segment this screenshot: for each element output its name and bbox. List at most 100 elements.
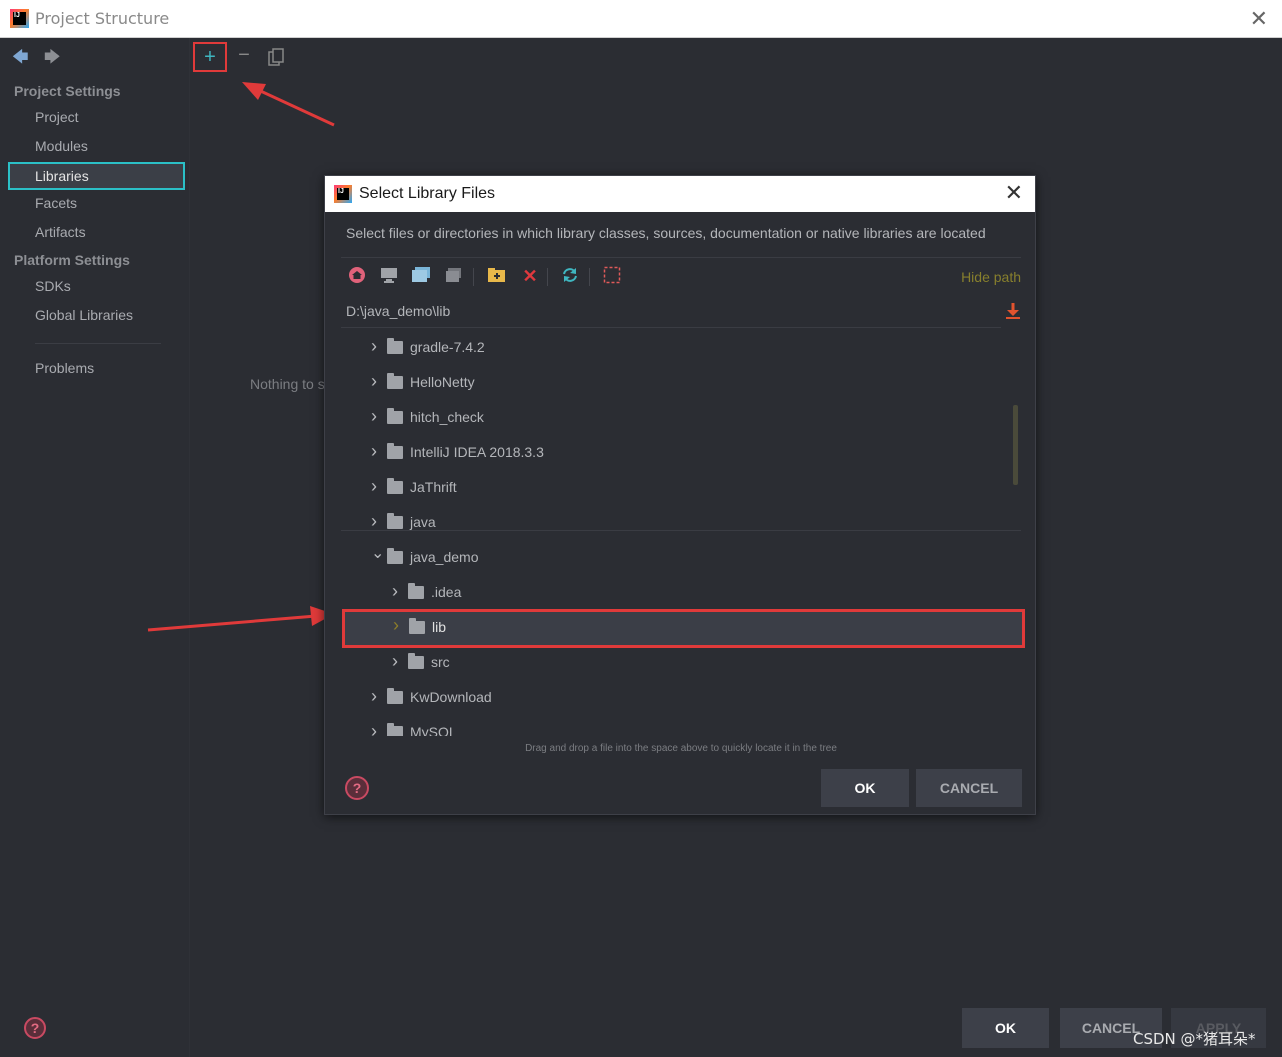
tree-row[interactable]: › JaThrift [341, 471, 1021, 506]
platform-settings-header: Platform Settings [14, 252, 130, 268]
annotation-arrow-top [242, 82, 335, 127]
toolbar-divider [547, 268, 548, 286]
tree-row[interactable]: › hitch_check [341, 401, 1021, 436]
desktop-icon[interactable] [379, 266, 399, 286]
help-icon[interactable]: ? [345, 776, 369, 800]
chevron-right-icon[interactable]: › [393, 615, 405, 635]
dialog-ok-button[interactable]: OK [821, 769, 909, 807]
remove-library-button[interactable]: − [227, 42, 261, 72]
file-tree[interactable]: › gradle-7.4.2 › HelloNetty › hitch_check › Int… [341, 331, 1025, 736]
refresh-icon[interactable] [560, 266, 580, 286]
folder-icon [387, 338, 403, 354]
download-icon[interactable] [1005, 302, 1021, 320]
module-folder-icon[interactable] [444, 266, 464, 286]
intellij-icon-text: IJ [13, 12, 26, 25]
chevron-right-icon[interactable]: › [371, 406, 383, 426]
chevron-right-icon[interactable]: › [371, 511, 383, 531]
tree-row[interactable]: › src [341, 646, 1021, 681]
close-icon[interactable]: ✕ [1250, 6, 1268, 32]
tree-row[interactable]: › gradle-7.4.2 [341, 331, 1021, 366]
chevron-down-icon[interactable]: ⌄ [371, 543, 384, 562]
back-arrow-icon[interactable]: 🡄 [12, 46, 29, 73]
folder-icon [387, 443, 403, 459]
project-settings-header: Project Settings [14, 83, 121, 99]
hide-path-link[interactable]: Hide path [961, 269, 1021, 285]
chevron-right-icon[interactable]: › [371, 336, 383, 356]
window-titlebar: IJ Project Structure ✕ [0, 0, 1282, 38]
sidebar [0, 38, 190, 1057]
tree-row-label: JaThrift [410, 479, 457, 495]
tree-row[interactable]: › lib [342, 609, 1025, 648]
dialog-title: Select Library Files [359, 185, 496, 202]
toolbar-divider [589, 268, 590, 286]
chevron-right-icon[interactable]: › [371, 476, 383, 496]
sidebar-item-problems[interactable]: Problems [35, 360, 94, 376]
dialog-description: Select files or directories in which lib… [346, 225, 986, 241]
drag-drop-hint: Drag and drop a file into the space abov… [525, 743, 837, 754]
intellij-icon-text: IJ [337, 188, 349, 200]
sidebar-item-artifacts[interactable]: Artifacts [35, 224, 86, 240]
tree-row-label: HelloNetty [410, 374, 475, 390]
project-folder-icon[interactable] [411, 266, 431, 286]
dialog-cancel-button[interactable]: CANCEL [916, 769, 1022, 807]
intellij-icon: IJ [334, 185, 352, 203]
ok-button[interactable]: OK [962, 1008, 1049, 1048]
tree-row-label: java_demo [410, 549, 479, 565]
sidebar-item-libraries[interactable]: Libraries [8, 162, 185, 190]
chevron-right-icon[interactable]: › [371, 721, 383, 736]
window-title: Project Structure [35, 9, 170, 28]
help-icon[interactable]: ? [24, 1017, 46, 1039]
tree-row[interactable]: › HelloNetty [341, 366, 1021, 401]
path-field[interactable]: D:\java_demo\lib [346, 303, 450, 319]
chevron-right-icon[interactable]: › [371, 371, 383, 391]
folder-icon [387, 373, 403, 389]
delete-icon[interactable]: ✕ [520, 266, 540, 286]
folder-icon [387, 723, 403, 736]
tree-row-label: KwDownload [410, 689, 492, 705]
intellij-icon: IJ [10, 9, 29, 28]
tree-row-label: MySQL [410, 724, 457, 736]
copy-icon[interactable] [259, 42, 293, 72]
tree-row[interactable]: › KwDownload [341, 681, 1021, 716]
tree-row-label: lib [432, 619, 447, 635]
show-hidden-icon[interactable] [602, 266, 622, 286]
select-library-files-dialog: IJ Select Library Files ✕ Select files o… [324, 175, 1036, 815]
new-folder-icon[interactable] [487, 266, 507, 286]
close-icon[interactable]: ✕ [1005, 180, 1023, 206]
folder-icon [387, 548, 403, 564]
sidebar-item-project[interactable]: Project [35, 109, 79, 125]
home-icon[interactable] [347, 266, 367, 286]
add-library-button[interactable]: + [193, 42, 227, 72]
chevron-right-icon[interactable]: › [392, 581, 404, 601]
sidebar-divider [35, 343, 161, 344]
chevron-right-icon[interactable]: › [371, 686, 383, 706]
folder-icon [387, 688, 403, 704]
tree-row[interactable]: › IntelliJ IDEA 2018.3.3 [341, 436, 1021, 471]
tree-row-label: IntelliJ IDEA 2018.3.3 [410, 444, 544, 460]
sidebar-item-facets[interactable]: Facets [35, 195, 77, 211]
tree-row-label: java [410, 514, 436, 530]
annotation-arrow-left [147, 606, 334, 632]
tree-row-label: hitch_check [410, 409, 484, 425]
folder-icon [387, 478, 403, 494]
folder-icon [387, 408, 403, 424]
tree-row[interactable]: ⌄ java_demo [341, 541, 1021, 576]
tree-row-label: src [431, 654, 450, 670]
tree-row[interactable]: › java [341, 506, 1021, 541]
empty-state-text: Nothing to s [250, 376, 325, 392]
chevron-right-icon[interactable]: › [392, 651, 404, 671]
tree-row[interactable]: › MySQL [341, 716, 1021, 736]
folder-icon [387, 513, 403, 529]
forward-arrow-icon[interactable]: 🡆 [44, 46, 61, 73]
sidebar-item-global-libraries[interactable]: Global Libraries [35, 307, 133, 323]
tree-row[interactable]: › .idea [341, 576, 1021, 611]
tree-row-label: gradle-7.4.2 [410, 339, 485, 355]
chevron-right-icon[interactable]: › [371, 441, 383, 461]
watermark: CSDN @*猪耳朵* [1133, 1030, 1256, 1048]
folder-icon [409, 618, 425, 634]
dialog-separator [341, 257, 1021, 258]
sidebar-item-sdks[interactable]: SDKs [35, 278, 71, 294]
path-underline [341, 327, 1001, 328]
folder-icon [408, 583, 424, 599]
sidebar-item-modules[interactable]: Modules [35, 138, 88, 154]
